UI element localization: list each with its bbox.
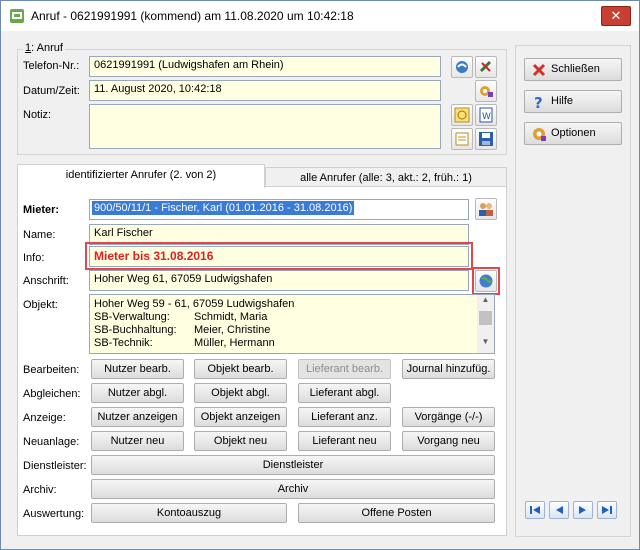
last-record-icon xyxy=(602,506,612,514)
nutzer-abgl-button[interactable]: Nutzer abgl. xyxy=(91,383,184,403)
map-highlight-frame xyxy=(472,267,500,295)
optionen-label: Optionen xyxy=(551,127,596,139)
anruf-group-label: 1: Anruf xyxy=(23,42,65,54)
archiv-button[interactable]: Archiv xyxy=(91,479,495,499)
nutzer-bearb-button[interactable]: Nutzer bearb. xyxy=(91,359,184,379)
mieter-select[interactable]: 900/50/11/1 - Fischer, Karl (01.01.2016 … xyxy=(89,199,469,220)
datum-field[interactable]: 11. August 2020, 10:42:18 xyxy=(89,80,441,101)
nav-first-button[interactable] xyxy=(525,501,545,519)
schliessen-button[interactable]: Schließen xyxy=(524,58,622,81)
nav-prev-button[interactable] xyxy=(549,501,569,519)
lieferant-bearb-button[interactable]: Lieferant bearb. xyxy=(298,359,391,379)
offene-posten-button[interactable]: Offene Posten xyxy=(298,503,495,523)
nav-last-button[interactable] xyxy=(597,501,617,519)
note-template-button[interactable] xyxy=(451,104,473,126)
objekt-abgl-button[interactable]: Objekt abgl. xyxy=(194,383,287,403)
people-icon xyxy=(479,203,493,216)
scroll-up-arrow[interactable]: ▲ xyxy=(477,295,494,309)
objekt-address: Hoher Weg 59 - 61, 67059 Ludwigshafen xyxy=(94,298,295,310)
anruf-window: Anruf - 0621991991 (kommend) am 11.08.20… xyxy=(0,0,640,550)
note-paper-icon xyxy=(455,132,469,146)
previous-record-icon xyxy=(556,506,563,514)
datum-label: Datum/Zeit: xyxy=(23,85,80,97)
word-document-icon: W xyxy=(479,107,493,123)
dial-button[interactable] xyxy=(451,56,473,78)
telefon-field[interactable]: 0621991991 (Ludwigshafen am Rhein) xyxy=(89,56,441,77)
first-record-icon xyxy=(530,506,540,514)
schliessen-label: Schließen xyxy=(551,63,600,75)
close-x-icon xyxy=(532,63,546,77)
lieferant-anz-button[interactable]: Lieferant anz. xyxy=(298,407,391,427)
title-bar[interactable]: Anruf - 0621991991 (kommend) am 11.08.20… xyxy=(1,1,639,31)
persons-button[interactable] xyxy=(475,198,497,220)
info-label: Info: xyxy=(23,252,45,264)
save-note-button[interactable] xyxy=(475,128,497,150)
neuanlage-label: Neuanlage: xyxy=(23,436,80,448)
anschrift-label: Anschrift: xyxy=(23,275,69,287)
hilfe-button[interactable]: ? Hilfe xyxy=(524,90,622,113)
anzeige-label: Anzeige: xyxy=(23,412,66,424)
objekt-row: SB-Technik: Müller, Hermann xyxy=(94,337,275,349)
abgleichen-label: Abgleichen: xyxy=(23,388,81,400)
window-title: Anruf - 0621991991 (kommend) am 11.08.20… xyxy=(31,9,354,23)
journal-hinzufuegen-button[interactable]: Journal hinzufüg. xyxy=(402,359,495,379)
mieter-label: Mieter: xyxy=(23,204,60,216)
scroll-down-arrow[interactable]: ▼ xyxy=(477,337,494,351)
save-disk-icon xyxy=(479,132,493,146)
mieter-selected-value: 900/50/11/1 - Fischer, Karl (01.01.2016 … xyxy=(92,201,355,215)
phone-hangup-icon xyxy=(479,60,492,73)
lieferant-neu-button[interactable]: Lieferant neu xyxy=(298,431,391,451)
dienstleister-label: Dienstleister: xyxy=(23,460,87,472)
paste-note-button[interactable] xyxy=(451,128,473,150)
info-highlight-frame xyxy=(85,242,473,270)
anschrift-field[interactable]: Hoher Weg 61, 67059 Ludwigshafen xyxy=(89,270,469,291)
app-phone-icon xyxy=(10,9,24,23)
telefon-label: Telefon-Nr.: xyxy=(23,60,80,72)
vorgaenge-button[interactable]: Vorgänge (-/-) xyxy=(402,407,495,427)
objekt-anzeigen-button[interactable]: Objekt anzeigen xyxy=(194,407,287,427)
help-question-icon: ? xyxy=(534,94,543,110)
hangup-button[interactable] xyxy=(475,56,497,78)
phone-dial-icon xyxy=(456,61,468,73)
objekt-neu-button[interactable]: Objekt neu xyxy=(194,431,287,451)
name-label: Name: xyxy=(23,229,56,241)
svg-text:?: ? xyxy=(534,94,543,110)
objekt-field[interactable]: Hoher Weg 59 - 61, 67059 Ludwigshafen SB… xyxy=(89,294,495,354)
word-button[interactable]: W xyxy=(475,104,497,126)
hilfe-label: Hilfe xyxy=(551,95,574,107)
nutzer-anzeigen-button[interactable]: Nutzer anzeigen xyxy=(91,407,184,427)
transfer-button[interactable] xyxy=(475,80,497,102)
next-record-icon xyxy=(579,506,586,514)
archiv-label: Archiv: xyxy=(23,484,57,496)
kontoauszug-button[interactable]: Kontoauszug xyxy=(91,503,287,523)
tab-identifizierter-anrufer[interactable]: identifizierter Anrufer (2. von 2) xyxy=(17,164,265,188)
gear-phone-icon xyxy=(480,86,493,97)
lieferant-abgl-button[interactable]: Lieferant abgl. xyxy=(298,383,391,403)
optionen-button[interactable]: Optionen xyxy=(524,122,622,145)
objekt-row: SB-Verwaltung: Schmidt, Maria xyxy=(94,311,268,323)
svg-text:W: W xyxy=(482,112,491,122)
objekt-scrollbar[interactable]: ▲ ▼ xyxy=(477,295,494,353)
nav-next-button[interactable] xyxy=(573,501,593,519)
clock-note-icon xyxy=(454,107,470,123)
auswertung-label: Auswertung: xyxy=(23,508,85,520)
vorgang-neu-button[interactable]: Vorgang neu xyxy=(402,431,495,451)
bearbeiten-label: Bearbeiten: xyxy=(23,364,80,376)
notiz-label: Notiz: xyxy=(23,109,52,121)
objekt-row: SB-Buchhaltung: Meier, Christine xyxy=(94,324,271,336)
scroll-thumb[interactable] xyxy=(479,311,492,325)
window-close-button[interactable]: ✕ xyxy=(601,6,631,26)
objekt-label: Objekt: xyxy=(23,299,58,311)
options-gear-icon xyxy=(533,128,546,141)
nutzer-neu-button[interactable]: Nutzer neu xyxy=(91,431,184,451)
objekt-bearb-button[interactable]: Objekt bearb. xyxy=(194,359,287,379)
sidebar-panel xyxy=(515,45,631,537)
dienstleister-button[interactable]: Dienstleister xyxy=(91,455,495,475)
notiz-field[interactable] xyxy=(89,104,441,149)
